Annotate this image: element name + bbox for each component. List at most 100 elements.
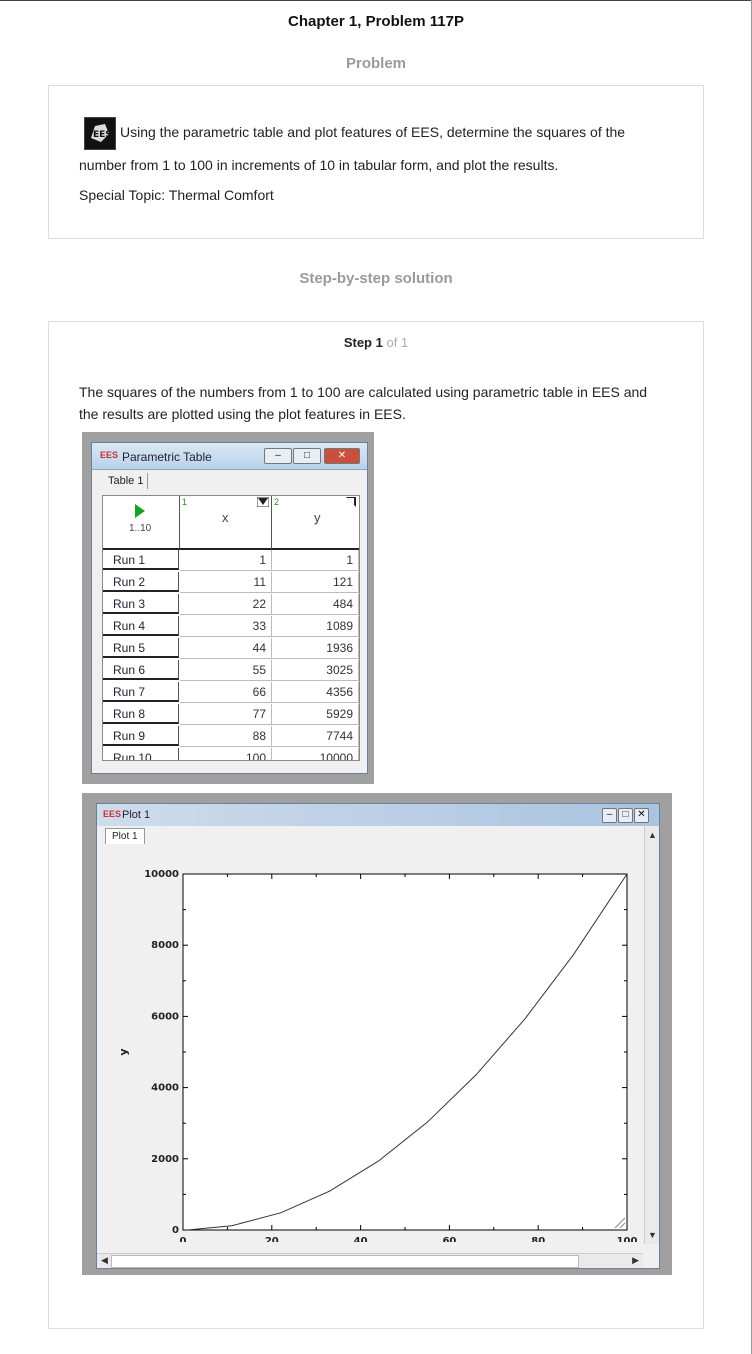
x-tick-label: 60 xyxy=(442,1236,456,1242)
parametric-grid: 1..10 1 x 2 y Run 1 1 1 Run 2 11 121 Run 3 22 48… xyxy=(102,495,360,761)
run-label[interactable]: Run 5 xyxy=(103,638,179,658)
plot-title: Plot 1 xyxy=(122,809,151,821)
table-row: Run 7 66 4356 xyxy=(103,682,359,704)
cell-x[interactable]: 100 xyxy=(180,748,272,760)
minimize-button[interactable]: – xyxy=(264,448,292,464)
run-label[interactable]: Run 9 xyxy=(103,726,179,746)
column-corner-icon[interactable] xyxy=(346,497,356,507)
plot-area: 0 2000 4000 6000 8000 10000 0 20 40 60 80 100 y xyxy=(103,844,639,1247)
parametric-table-titlebar[interactable]: EES Parametric Table – □ ✕ xyxy=(92,443,367,470)
cell-y[interactable]: 10000 xyxy=(272,748,359,760)
scroll-thumb[interactable] xyxy=(111,1255,579,1268)
vertical-scrollbar[interactable]: ▲ ▼ xyxy=(644,826,659,1244)
plot-maximize-button[interactable]: □ xyxy=(618,808,633,823)
y-tick-label: 2000 xyxy=(151,1154,179,1165)
maximize-button[interactable]: □ xyxy=(293,448,321,464)
run-label[interactable]: Run 8 xyxy=(103,704,179,724)
run-label[interactable]: Run 7 xyxy=(103,682,179,702)
cell-x[interactable]: 77 xyxy=(180,704,272,725)
plot-box xyxy=(182,873,628,1231)
table-row: Run 2 11 121 xyxy=(103,572,359,594)
y-tick-label: 10000 xyxy=(144,869,179,880)
parametric-table-title: Parametric Table xyxy=(122,450,212,464)
cell-x[interactable]: 33 xyxy=(180,616,272,637)
cell-x[interactable]: 66 xyxy=(180,682,272,703)
y-tick-label: 6000 xyxy=(151,1011,179,1022)
plot-minimize-button[interactable]: – xyxy=(602,808,617,823)
column-x-name: x xyxy=(222,510,229,525)
x-tick-label: 20 xyxy=(265,1236,279,1242)
close-button[interactable]: ✕ xyxy=(324,448,360,464)
chapter-title: Chapter 1, Problem 117P xyxy=(288,13,464,30)
y-tick-label: 0 xyxy=(172,1225,179,1236)
cell-y[interactable]: 121 xyxy=(272,572,359,593)
ees-plot-app-icon: EES xyxy=(103,809,122,819)
cell-y[interactable]: 1 xyxy=(272,550,359,571)
column-x-index: 1 xyxy=(182,497,188,507)
scroll-left-icon[interactable]: ◀ xyxy=(101,1255,108,1266)
ees-logo-icon: EES xyxy=(84,117,116,150)
run-play-icon[interactable] xyxy=(135,504,145,518)
table-row: Run 6 55 3025 xyxy=(103,660,359,682)
cell-y[interactable]: 7744 xyxy=(272,726,359,747)
table-row: Run 8 77 5929 xyxy=(103,704,359,726)
run-label[interactable]: Run 6 xyxy=(103,660,179,680)
cell-y[interactable]: 4356 xyxy=(272,682,359,703)
table-row: Run 111 xyxy=(103,550,359,572)
scroll-right-icon[interactable]: ▶ xyxy=(632,1255,639,1266)
table-row: Run 10 100 10000 xyxy=(103,748,359,760)
cell-y[interactable]: 1089 xyxy=(272,616,359,637)
run-range: 1..10 xyxy=(129,523,152,534)
table-row: Run 9 88 7744 xyxy=(103,726,359,748)
x-tick-label: 80 xyxy=(531,1236,545,1242)
column-y-header[interactable]: 2 y xyxy=(272,496,359,550)
run-label[interactable]: Run 3 xyxy=(103,594,179,614)
run-header: 1..10 xyxy=(103,496,180,550)
cell-x[interactable]: 55 xyxy=(180,660,272,681)
plot-chart: 0 2000 4000 6000 8000 10000 0 20 40 60 80 100 y xyxy=(117,869,638,1247)
table-row: Run 4 33 1089 xyxy=(103,616,359,638)
run-label[interactable]: Run 1 xyxy=(103,550,179,570)
x-tick-label: 100 xyxy=(617,1236,638,1242)
step-indicator: Step 1 of 1 xyxy=(0,335,752,350)
y-tick-label: 8000 xyxy=(151,940,179,951)
scroll-up-icon[interactable]: ▲ xyxy=(648,830,657,840)
plot-close-button[interactable]: ✕ xyxy=(634,808,649,823)
top-border xyxy=(0,0,752,1)
cell-y[interactable]: 484 xyxy=(272,594,359,615)
tab-table-1[interactable]: Table 1 xyxy=(104,473,149,489)
step-of: of 1 xyxy=(386,335,409,350)
solution-text-line1: The squares of the numbers from 1 to 100… xyxy=(79,384,648,400)
table-row: Run 5 44 1936 xyxy=(103,638,359,660)
column-dropdown-icon[interactable] xyxy=(257,497,269,507)
x-tick-label: 40 xyxy=(354,1236,368,1242)
table-row: Run 3 22 484 xyxy=(103,594,359,616)
run-label[interactable]: Run 10 xyxy=(103,748,179,760)
horizontal-scrollbar[interactable]: ◀ ▶ xyxy=(97,1253,643,1268)
column-y-name: y xyxy=(314,510,321,525)
plot-window: EES Plot 1 – □ ✕ Plot 1 0 2000 4000 6000 800… xyxy=(96,803,660,1269)
cell-x[interactable]: 22 xyxy=(180,594,272,615)
x-tick-label: 0 xyxy=(180,1236,187,1242)
column-x-header[interactable]: 1 x xyxy=(180,496,272,550)
cell-y[interactable]: 1936 xyxy=(272,638,359,659)
cell-x[interactable]: 88 xyxy=(180,726,272,747)
cell-x[interactable]: 1 xyxy=(180,550,272,571)
y-axis-label: y xyxy=(117,1048,130,1055)
cell-y[interactable]: 3025 xyxy=(272,660,359,681)
ees-app-icon: EES xyxy=(100,450,119,460)
parametric-table-screenshot: EES Parametric Table – □ ✕ Table 1 1..10… xyxy=(82,432,374,784)
plot-screenshot: EES Plot 1 – □ ✕ Plot 1 0 2000 4000 6000 800… xyxy=(82,793,672,1275)
tab-plot-1[interactable]: Plot 1 xyxy=(105,828,145,844)
cell-x[interactable]: 44 xyxy=(180,638,272,659)
plot-titlebar[interactable]: EES Plot 1 – □ ✕ xyxy=(97,804,659,826)
run-label[interactable]: Run 4 xyxy=(103,616,179,636)
solution-text-line2: the results are plotted using the plot f… xyxy=(79,406,406,422)
scroll-down-icon[interactable]: ▼ xyxy=(648,1230,657,1240)
cell-y[interactable]: 5929 xyxy=(272,704,359,725)
svg-text:EES: EES xyxy=(93,130,112,140)
special-topic: Special Topic: Thermal Comfort xyxy=(79,187,274,203)
y-tick-label: 4000 xyxy=(151,1083,179,1094)
run-label[interactable]: Run 2 xyxy=(103,572,179,592)
cell-x[interactable]: 11 xyxy=(180,572,272,593)
